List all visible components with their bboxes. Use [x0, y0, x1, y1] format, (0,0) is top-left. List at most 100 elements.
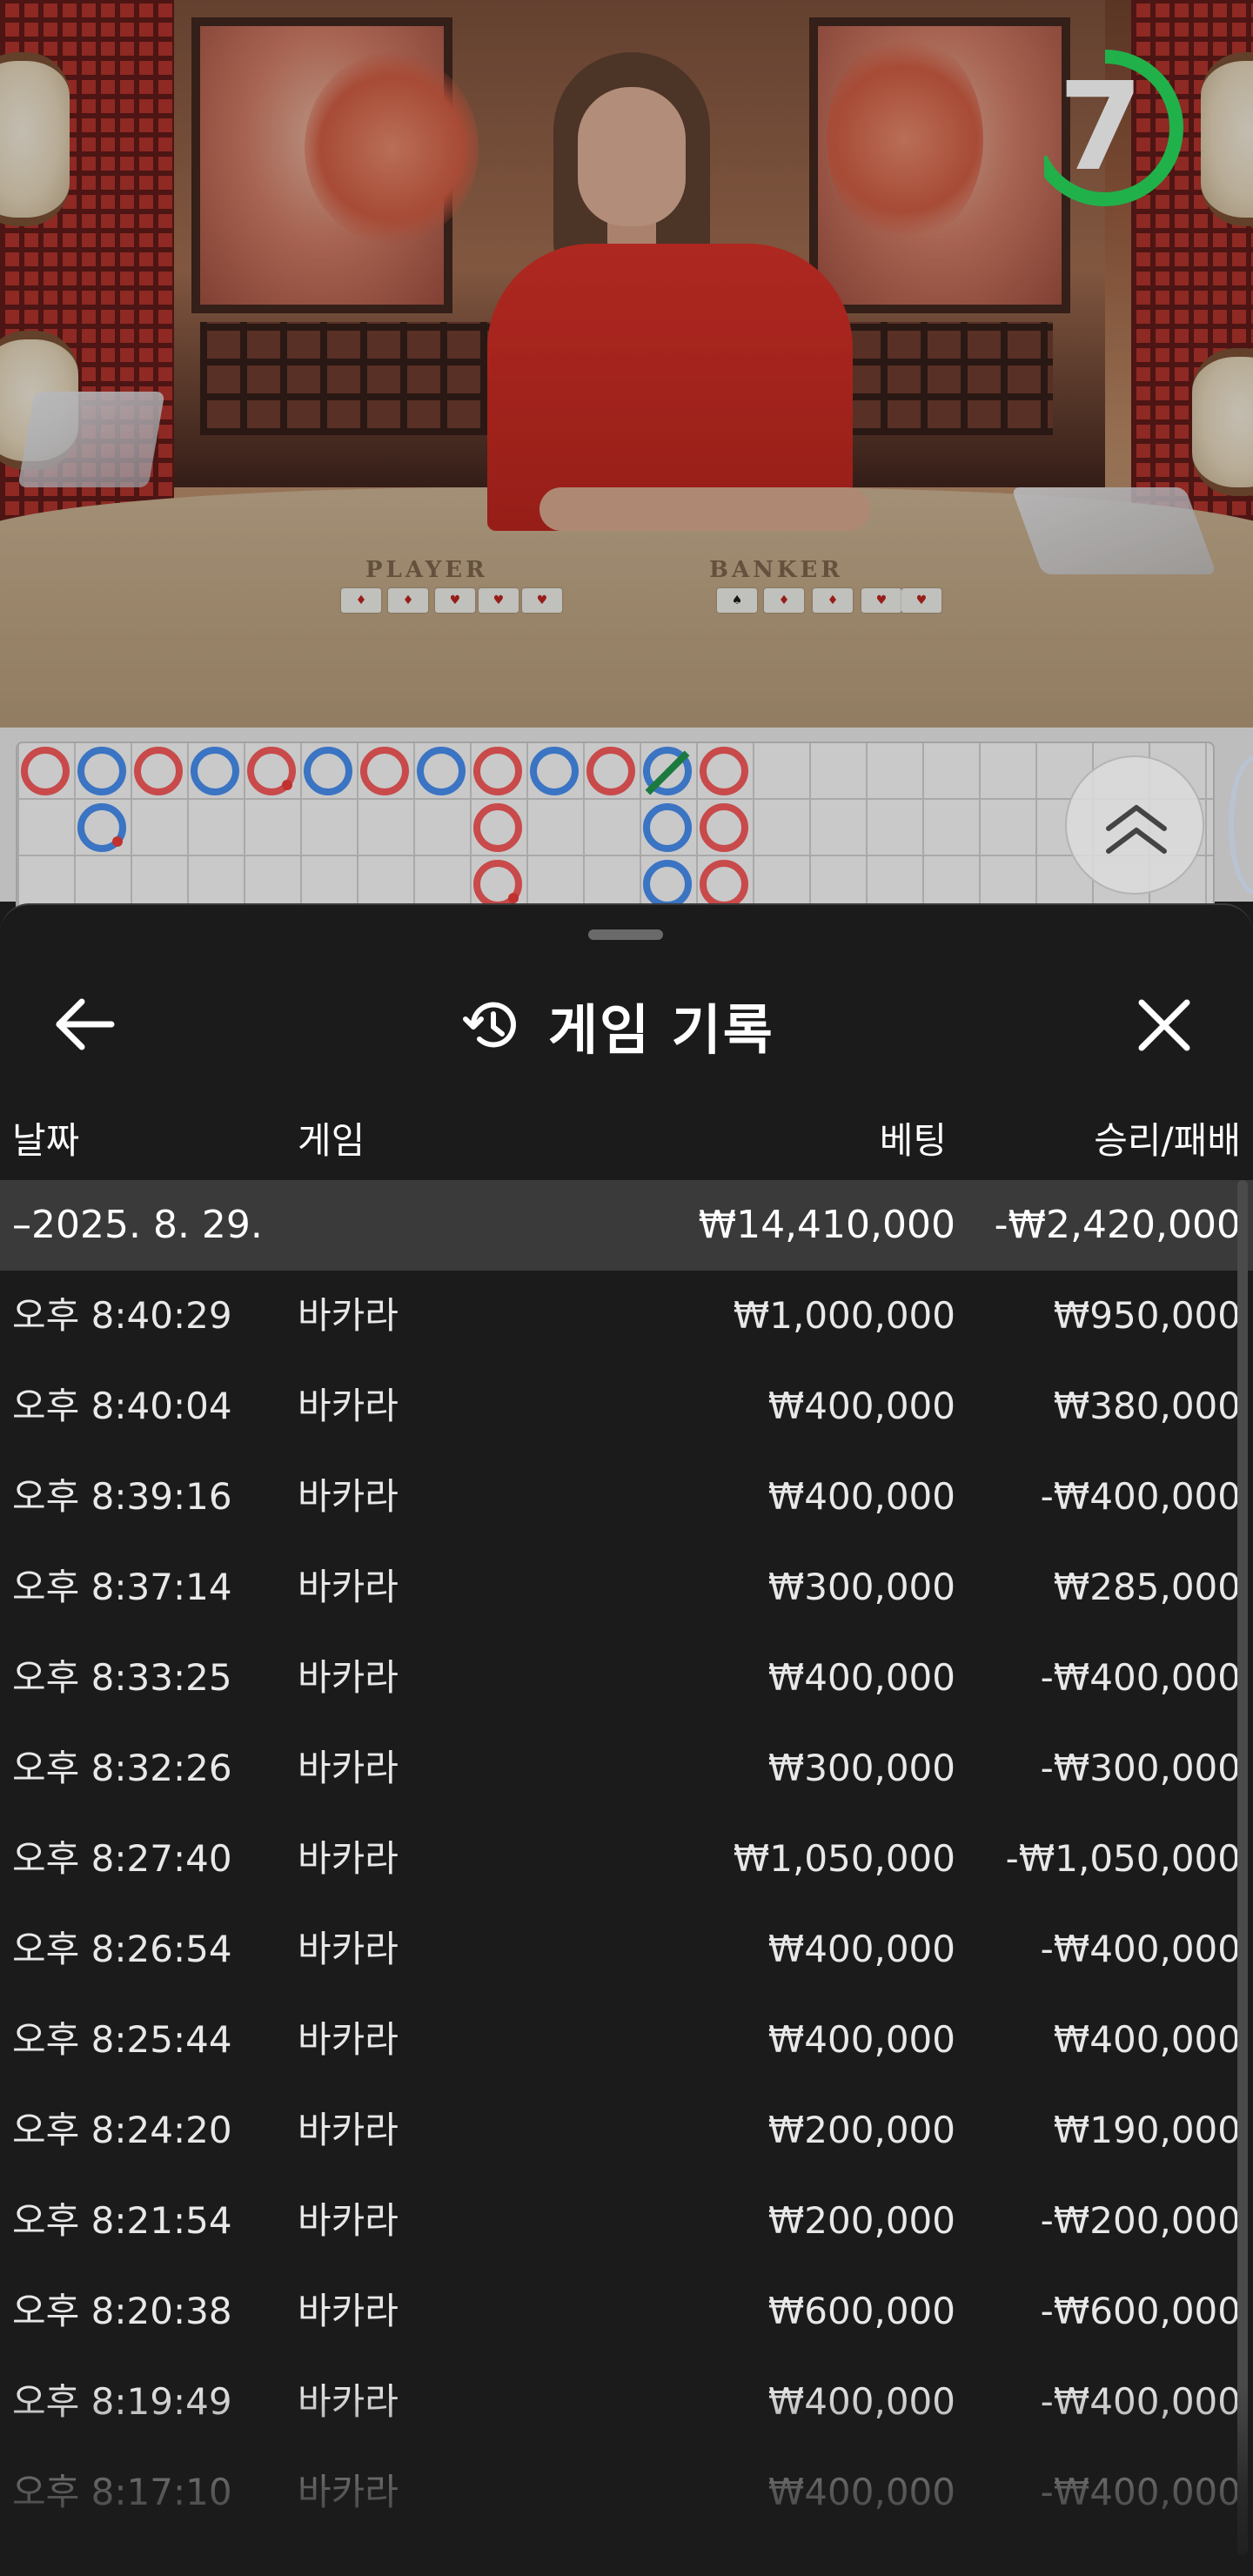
row-time: 오후 8:20:38	[12, 2290, 232, 2332]
column-header-win-loss[interactable]: 승리/패배	[957, 1110, 1241, 1171]
column-header-game[interactable]: 게임	[298, 1110, 365, 1171]
history-row[interactable]: 오후 8:40:04 바카라 ₩400,000 ₩380,000	[0, 1361, 1253, 1452]
tie-marker	[645, 750, 690, 795]
sheet-drag-handle[interactable]	[588, 929, 663, 940]
app-screen: PLAYER BANKER ♦ ♦ ♥ ♥ ♥ ♠ ♦ ♦ ♥ ♥ 7 게임 기…	[0, 0, 1253, 2576]
row-game: 바카라	[298, 2290, 399, 2332]
banker-bead	[700, 747, 748, 795]
row-bet: ₩300,000	[767, 1566, 955, 1608]
player-bead	[77, 747, 126, 795]
date-group-row[interactable]: –2025. 8. 29. ₩14,410,000 -₩2,420,000	[0, 1180, 1253, 1271]
pair-marker	[282, 780, 292, 790]
row-result: -₩400,000	[1040, 1928, 1241, 1970]
row-time: 오후 8:24:20	[12, 2109, 232, 2151]
row-result: -₩400,000	[1040, 2471, 1241, 2513]
history-row[interactable]: 오후 8:40:29 바카라 ₩1,000,000 ₩950,000	[0, 1271, 1253, 1361]
expand-roadmap-button[interactable]	[1065, 755, 1204, 895]
row-bet: ₩400,000	[767, 1928, 955, 1970]
player-bead	[643, 860, 692, 909]
date-group-bet-total: ₩14,410,000	[698, 1203, 955, 1247]
row-bet: ₩600,000	[767, 2290, 955, 2332]
row-result: -₩400,000	[1040, 2380, 1241, 2423]
row-game: 바카라	[298, 1656, 399, 1699]
row-bet: ₩400,000	[767, 2018, 955, 2061]
history-row[interactable]: 오후 8:33:25 바카라 ₩400,000 -₩400,000	[0, 1633, 1253, 1723]
history-row[interactable]: 오후 8:25:44 바카라 ₩400,000 ₩400,000	[0, 1995, 1253, 2085]
history-row[interactable]: 오후 8:39:16 바카라 ₩400,000 -₩400,000	[0, 1452, 1253, 1542]
row-bet: ₩400,000	[767, 2380, 955, 2423]
row-result: ₩190,000	[1053, 2109, 1241, 2151]
row-bet: ₩400,000	[767, 1475, 955, 1518]
bead-road-map[interactable]	[16, 741, 1215, 916]
row-time: 오후 8:39:16	[12, 1475, 232, 1518]
close-button[interactable]	[1129, 990, 1199, 1060]
pair-marker	[112, 836, 123, 847]
row-result: ₩380,000	[1053, 1385, 1241, 1427]
column-header-date[interactable]: 날짜	[12, 1110, 79, 1171]
row-game: 바카라	[298, 2199, 399, 2242]
row-game: 바카라	[298, 1294, 399, 1337]
row-bet: ₩400,000	[767, 1656, 955, 1699]
row-bet: ₩200,000	[767, 2199, 955, 2242]
row-game: 바카라	[298, 2109, 399, 2151]
banker-bead	[247, 747, 296, 795]
banker-bead	[700, 860, 748, 909]
history-row[interactable]: 오후 8:20:38 바카라 ₩600,000 -₩600,000	[0, 2266, 1253, 2357]
scrollbar[interactable]	[1237, 1180, 1248, 2555]
row-game: 바카라	[298, 1385, 399, 1427]
arrow-left-icon	[56, 998, 115, 1050]
row-game: 바카라	[298, 1747, 399, 1789]
row-time: 오후 8:37:14	[12, 1566, 232, 1608]
history-icon	[463, 1002, 516, 1048]
history-row[interactable]: 오후 8:17:10 바카라 ₩400,000 -₩400,000	[0, 2447, 1253, 2538]
row-game: 바카라	[298, 1475, 399, 1518]
row-result: -₩600,000	[1040, 2290, 1241, 2332]
row-bet: ₩200,000	[767, 2109, 955, 2151]
player-bead	[417, 747, 466, 795]
row-game: 바카라	[298, 1837, 399, 1880]
date-group-result-total: -₩2,420,000	[994, 1203, 1241, 1247]
row-bet: ₩1,050,000	[733, 1837, 955, 1880]
sheet-title: 게임 기록	[548, 998, 774, 1062]
history-row[interactable]: 오후 8:32:26 바카라 ₩300,000 -₩300,000	[0, 1723, 1253, 1814]
history-row[interactable]: 오후 8:26:54 바카라 ₩400,000 -₩400,000	[0, 1904, 1253, 1995]
row-time: 오후 8:40:29	[12, 1294, 232, 1337]
player-bead	[530, 747, 579, 795]
history-row[interactable]: 오후 8:21:54 바카라 ₩200,000 -₩200,000	[0, 2176, 1253, 2266]
pair-marker	[508, 893, 519, 903]
banker-bead	[586, 747, 635, 795]
sheet-title-group: 게임 기록	[461, 990, 774, 1062]
player-bead	[77, 803, 126, 852]
history-row[interactable]: 오후 8:24:20 바카라 ₩200,000 ₩190,000	[0, 2085, 1253, 2176]
row-game: 바카라	[298, 2471, 399, 2513]
row-time: 오후 8:21:54	[12, 2199, 232, 2242]
player-bead	[191, 747, 239, 795]
banker-bead	[473, 860, 522, 909]
column-header-bet[interactable]: 베팅	[766, 1110, 947, 1171]
banker-bead	[21, 747, 70, 795]
history-row[interactable]: 오후 8:37:14 바카라 ₩300,000 ₩285,000	[0, 1542, 1253, 1633]
row-result: ₩285,000	[1053, 1566, 1241, 1608]
row-game: 바카라	[298, 1566, 399, 1608]
banker-bead	[700, 803, 748, 852]
player-bead	[643, 803, 692, 852]
double-chevron-up-icon	[1106, 805, 1167, 854]
row-time: 오후 8:25:44	[12, 2018, 232, 2061]
row-time: 오후 8:19:49	[12, 2380, 232, 2423]
date-group-label: –2025. 8. 29.	[12, 1203, 263, 1247]
back-button[interactable]	[52, 994, 122, 1055]
row-result: -₩200,000	[1040, 2199, 1241, 2242]
row-result: -₩400,000	[1040, 1656, 1241, 1699]
player-bead	[304, 747, 352, 795]
row-bet: ₩400,000	[767, 2471, 955, 2513]
row-bet: ₩400,000	[767, 1385, 955, 1427]
sheet-header: 게임 기록	[0, 957, 1253, 1114]
row-result: ₩400,000	[1053, 2018, 1241, 2061]
history-row[interactable]: 오후 8:19:49 바카라 ₩400,000 -₩400,000	[0, 2357, 1253, 2447]
banker-bead	[134, 747, 183, 795]
banker-bead	[360, 747, 409, 795]
history-row[interactable]: 오후 8:27:40 바카라 ₩1,050,000 -₩1,050,000	[0, 1814, 1253, 1904]
countdown-timer: 7	[1044, 45, 1209, 211]
row-result: -₩1,050,000	[1005, 1837, 1241, 1880]
row-game: 바카라	[298, 2018, 399, 2061]
